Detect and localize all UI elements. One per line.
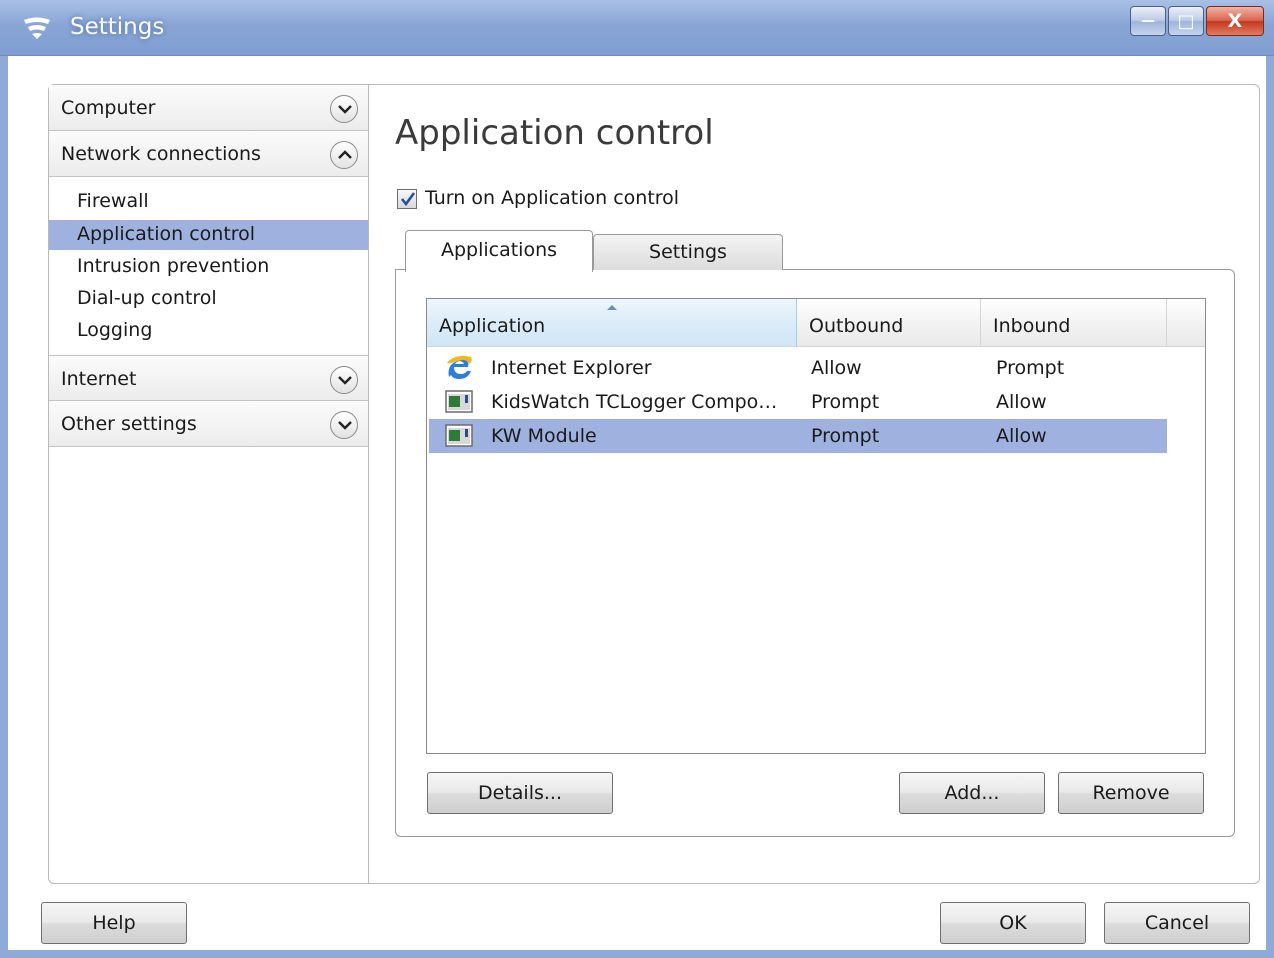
cell-application-name: KW Module — [491, 425, 597, 447]
sidebar-section-label: Other settings — [61, 413, 197, 435]
maximize-button[interactable]: □ — [1168, 6, 1204, 36]
table-header: Application Outbound Inbound — [427, 299, 1205, 347]
close-icon: X — [1227, 10, 1243, 32]
details-button[interactable]: Details... — [427, 772, 613, 814]
tab-label: Settings — [649, 241, 727, 263]
window-title: Settings — [70, 14, 165, 40]
table-row[interactable]: KW Module Prompt Allow — [429, 419, 1167, 453]
main-panel: Computer Network connections Firewall Ap… — [48, 84, 1260, 884]
sidebar: Computer Network connections Firewall Ap… — [49, 85, 369, 883]
add-button[interactable]: Add... — [899, 772, 1045, 814]
sidebar-item-label: Firewall — [77, 190, 149, 212]
cell-application-name: Internet Explorer — [491, 357, 652, 379]
help-button[interactable]: Help — [41, 902, 187, 944]
minimize-icon: — — [1141, 13, 1155, 29]
column-header-inbound[interactable]: Inbound — [981, 299, 1167, 347]
remove-button[interactable]: Remove — [1058, 772, 1204, 814]
settings-window: Settings — □ X Computer Network connecti… — [0, 0, 1274, 958]
sidebar-item-label: Application control — [77, 223, 256, 245]
chevron-down-icon[interactable] — [330, 411, 358, 439]
sidebar-item-logging[interactable]: Logging — [49, 316, 368, 346]
app-window-icon — [445, 390, 473, 413]
checkbox-box[interactable] — [397, 189, 417, 209]
cell-outbound: Allow — [811, 357, 862, 379]
ie-icon — [447, 355, 472, 379]
content-area: Application control Turn on Application … — [395, 85, 1255, 883]
table-row[interactable]: KidsWatch TCLogger Compo… Prompt Allow — [429, 385, 1167, 419]
column-header-application[interactable]: Application — [427, 299, 797, 347]
sidebar-item-label: Logging — [77, 319, 153, 341]
applications-table[interactable]: Application Outbound Inbound Internet Ex… — [426, 298, 1206, 754]
checkmark-icon — [400, 192, 416, 207]
chevron-down-icon[interactable] — [330, 95, 358, 123]
minimize-button[interactable]: — — [1130, 6, 1166, 36]
checkbox-label: Turn on Application control — [425, 187, 680, 209]
sidebar-item-firewall[interactable]: Firewall — [49, 187, 368, 217]
sidebar-item-intrusion-prevention[interactable]: Intrusion prevention — [49, 252, 368, 282]
app-window-icon — [445, 424, 473, 447]
cell-inbound: Allow — [996, 425, 1047, 447]
column-header-label: Inbound — [993, 315, 1071, 337]
cell-inbound: Allow — [996, 391, 1047, 413]
app-logo-icon — [24, 17, 50, 39]
cell-outbound: Prompt — [811, 425, 880, 447]
sidebar-item-application-control[interactable]: Application control — [49, 220, 368, 250]
window-controls: — □ X — [1128, 6, 1264, 38]
applications-tab-panel: Application Outbound Inbound Internet Ex… — [395, 269, 1235, 837]
maximize-icon: □ — [1177, 10, 1195, 32]
tab-applications[interactable]: Applications — [405, 230, 593, 272]
chevron-down-icon[interactable] — [330, 366, 358, 394]
column-header-filler — [1167, 299, 1205, 347]
tab-label: Applications — [440, 239, 558, 261]
sidebar-item-label: Intrusion prevention — [77, 255, 270, 277]
column-header-label: Application — [439, 315, 546, 337]
table-row[interactable]: Internet Explorer Allow Prompt — [429, 351, 1167, 385]
cell-inbound: Prompt — [996, 357, 1065, 379]
sort-ascending-icon — [607, 305, 617, 310]
page-title: Application control — [395, 113, 714, 153]
cancel-button[interactable]: Cancel — [1104, 902, 1250, 944]
column-header-outbound[interactable]: Outbound — [797, 299, 981, 347]
cell-outbound: Prompt — [811, 391, 880, 413]
sidebar-section-label: Computer — [61, 97, 156, 119]
sidebar-section-network-connections[interactable]: Network connections — [49, 131, 368, 177]
sidebar-section-internet[interactable]: Internet — [49, 355, 368, 401]
sidebar-section-computer[interactable]: Computer — [49, 85, 368, 131]
sidebar-item-dial-up-control[interactable]: Dial-up control — [49, 284, 368, 314]
column-header-label: Outbound — [809, 315, 904, 337]
cell-application-name: KidsWatch TCLogger Compo… — [491, 391, 778, 413]
close-button[interactable]: X — [1206, 6, 1264, 36]
sidebar-section-label: Network connections — [61, 143, 261, 165]
ok-button[interactable]: OK — [940, 902, 1086, 944]
sidebar-section-label: Internet — [61, 368, 137, 390]
title-bar[interactable]: Settings — □ X — [0, 0, 1274, 56]
chevron-up-icon[interactable] — [330, 141, 358, 169]
sidebar-item-label: Dial-up control — [77, 287, 217, 309]
sidebar-section-other-settings[interactable]: Other settings — [49, 401, 368, 447]
tab-settings[interactable]: Settings — [593, 234, 783, 270]
